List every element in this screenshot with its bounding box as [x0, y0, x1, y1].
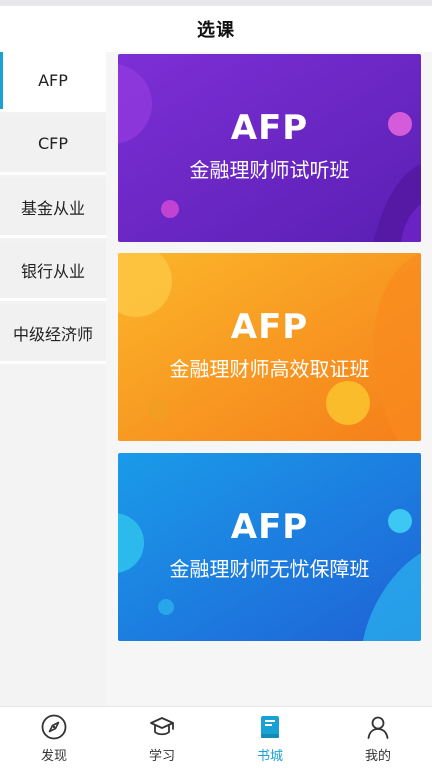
banner-background [118, 253, 421, 441]
sidebar-item-label: 中级经济师 [12, 324, 93, 344]
tab-profile[interactable]: 我的 [324, 707, 432, 768]
page-header: 选课 [0, 6, 432, 52]
sidebar-item-label: 银行从业 [20, 261, 85, 281]
page-title: 选课 [197, 20, 235, 41]
sidebar-item-economist[interactable]: 中级经济师 [0, 304, 106, 364]
tab-study[interactable]: 学习 [108, 707, 216, 768]
sidebar-item-cfp[interactable]: CFP [0, 115, 106, 175]
banner-title: AFP [230, 507, 309, 547]
course-list: AFP 金融理财师试听班 AFP 金融理财师高效取证班 AFP 金融理财师无忧保… [106, 52, 432, 706]
banner-subtitle: 金融理财师高效取证班 [169, 357, 370, 381]
sidebar-item-label: 基金从业 [20, 198, 85, 218]
sidebar-item-fund[interactable]: 基金从业 [0, 178, 106, 238]
book-icon [261, 716, 279, 738]
sidebar-item-bank[interactable]: 银行从业 [0, 241, 106, 301]
tab-label: 学习 [148, 749, 175, 764]
category-sidebar: AFP CFP 基金从业 银行从业 中级经济师 [0, 52, 106, 706]
bottom-tab-bar: 发现 学习 书城 我的 [0, 706, 432, 768]
banner-subtitle: 金融理财师试听班 [189, 158, 350, 182]
sidebar-item-label: CFP [37, 134, 69, 153]
compass-icon [41, 714, 67, 740]
course-banner-certification[interactable]: AFP 金融理财师高效取证班 [118, 253, 421, 441]
course-banner-trial[interactable]: AFP 金融理财师试听班 [118, 54, 421, 242]
banner-subtitle: 金融理财师无忧保障班 [169, 557, 370, 581]
sidebar-item-afp[interactable]: AFP [0, 52, 106, 112]
user-icon [367, 716, 389, 739]
course-banner-guarantee[interactable]: AFP 金融理财师无忧保障班 [118, 453, 421, 641]
graduation-cap-icon [150, 717, 174, 736]
tab-label: 书城 [256, 749, 283, 764]
banner-background [118, 54, 421, 242]
tab-discover[interactable]: 发现 [0, 707, 108, 768]
banner-title: AFP [230, 307, 309, 347]
tab-label: 我的 [364, 749, 391, 764]
tab-bookstore[interactable]: 书城 [216, 707, 324, 768]
sidebar-item-label: AFP [38, 71, 68, 90]
tab-label: 发现 [40, 749, 67, 764]
banner-title: AFP [230, 108, 309, 148]
banner-background [118, 453, 421, 641]
